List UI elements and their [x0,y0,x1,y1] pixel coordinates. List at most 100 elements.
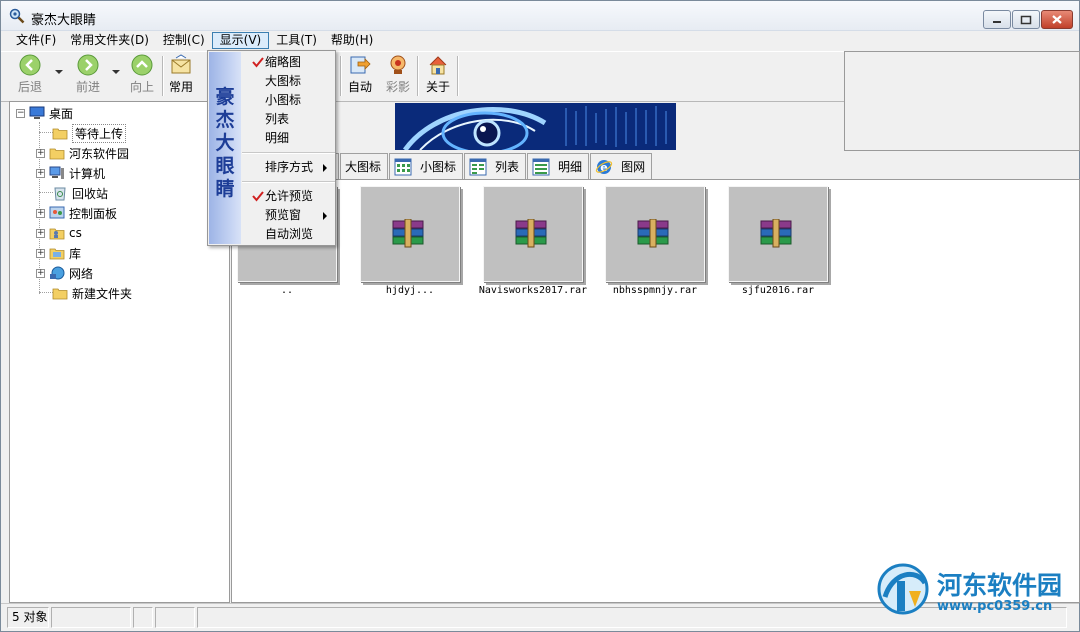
computer-icon [49,166,64,179]
eye-graphic [395,103,676,150]
file-name: Navisworks2017.rar [478,285,588,296]
rar-archive-icon [392,219,424,248]
collapse-icon[interactable]: − [16,108,25,118]
menu-item-small-icons[interactable]: 小图标 [242,91,335,110]
tab-large-icons[interactable]: 大图标 [340,153,389,179]
watermark-url: www.pc0359.cn [937,599,1053,614]
tree-item-desktop[interactable]: − 桌面 [16,103,73,123]
user-folder-icon [49,228,65,240]
watermark: 河东软件园 www.pc0359.cn [875,561,1079,621]
tree-item-recycle-bin[interactable]: 回收站 [52,183,108,203]
menu-favorites[interactable]: 常用文件夹(D) [63,32,156,49]
status-object-count: 5 对象 [7,607,49,628]
rar-archive-icon [515,219,547,248]
view-dropdown-menu: 豪杰大眼睛 缩略图 大图标 小图标 列表 明细 排序方式 允许预览 预览窗 自动… [207,50,336,246]
menu-view[interactable]: 显示(V) [211,32,270,49]
menu-item-sort-by[interactable]: 排序方式 [242,158,335,177]
menu-control[interactable]: 控制(C) [156,32,212,49]
library-icon [49,248,65,260]
forward-dropdown-arrow[interactable] [112,70,120,74]
common-folders-button[interactable]: 常用 [166,54,196,98]
small-icons-icon [394,158,412,175]
tree-item-library[interactable]: + 库 [36,243,81,263]
tree-guide-line [39,132,53,133]
watermark-title: 河东软件园 [937,571,1063,600]
rar-archive-icon [637,219,669,248]
checkmark-icon [252,191,264,202]
toolbar-separator [340,56,342,96]
submenu-arrow-icon [323,164,327,172]
back-dropdown-arrow[interactable] [55,70,63,74]
menu-item-allow-preview[interactable]: 允许预览 [242,187,335,206]
menu-help[interactable]: 帮助(H) [324,32,380,49]
expand-icon[interactable]: + [36,168,45,178]
status-cell [133,607,153,628]
preview-panel [844,51,1080,151]
tree-item-hedong[interactable]: + 河东软件园 [36,143,129,163]
menu-item-preview-window[interactable]: 预览窗 [242,206,335,225]
expand-icon[interactable]: + [36,208,45,218]
window-title: 豪杰大眼睛 [31,13,97,28]
file-thumbnail[interactable] [728,186,828,282]
file-thumbnail[interactable] [605,186,705,282]
tab-web[interactable]: e 图网 [590,153,653,179]
recycle-bin-icon [54,187,66,201]
tree-item-computer[interactable]: + 计算机 [36,163,105,183]
maximize-button[interactable] [1012,10,1040,29]
back-button[interactable]: 后退 [13,54,47,98]
expand-icon[interactable]: + [36,248,45,258]
menu-item-auto-browse[interactable]: 自动浏览 [242,225,335,244]
network-icon [50,266,65,280]
file-thumbnail[interactable] [483,186,583,282]
folder-tree: − 桌面 等待上传 + 河东软件园 + 计算机 回收站 + 控制面板 + cs … [9,101,230,603]
menu-item-details[interactable]: 明细 [242,129,335,148]
tree-item-network[interactable]: + 网络 [36,263,93,283]
envelope-icon [171,54,191,74]
tree-item-cs[interactable]: + cs [36,223,82,243]
film-reel-icon [390,55,406,74]
magnifier-eye-icon [9,8,25,24]
menu-file[interactable]: 文件(F) [9,32,63,49]
menu-side-banner: 豪杰大眼睛 [209,52,241,244]
status-cell [51,607,131,628]
app-window: 豪杰大眼睛 文件(F) 常用文件夹(D) 控制(C) 显示(V) 工具(T) 帮… [0,0,1080,632]
forward-arrow-icon [77,54,99,76]
tree-item-pending-upload[interactable]: 等待上传 [52,123,127,143]
auto-button[interactable]: 自动 [345,54,375,98]
details-icon [532,158,550,175]
slideshow-button[interactable]: 彩影 [383,54,413,98]
tab-small-icons[interactable]: 小图标 [389,153,464,179]
internet-explorer-icon: e [595,159,613,174]
tree-item-new-folder[interactable]: 新建文件夹 [52,283,132,303]
menu-item-thumbnails[interactable]: 缩略图 [242,53,335,72]
toolbar-separator [162,56,164,96]
minimize-icon [993,20,1001,23]
status-cell [155,607,195,628]
menu-bar: 文件(F) 常用文件夹(D) 控制(C) 显示(V) 工具(T) 帮助(H) [1,31,1079,50]
tree-guide-line [39,292,53,293]
expand-icon[interactable]: + [36,268,45,278]
expand-icon[interactable]: + [36,228,45,238]
forward-button[interactable]: 前进 [71,54,105,98]
about-button[interactable]: 关于 [423,54,453,98]
file-name: hjdyj... [385,285,435,296]
minimize-button[interactable] [983,10,1011,29]
folder-icon [49,148,65,160]
menu-item-list[interactable]: 列表 [242,110,335,129]
file-thumbnail-view: .. hjdyj... Navisworks2017.rar nbhsspmnj… [231,179,1080,603]
up-button[interactable]: 向上 [125,54,159,98]
menu-tools[interactable]: 工具(T) [269,32,324,49]
eye-banner-image [395,103,676,150]
list-icon [469,158,487,175]
close-button[interactable] [1041,10,1073,29]
folder-icon [52,288,68,300]
file-thumbnail[interactable] [360,186,460,282]
tab-details[interactable]: 明细 [527,153,590,179]
folder-icon [52,128,68,140]
tree-item-control-panel[interactable]: + 控制面板 [36,203,117,223]
expand-icon[interactable]: + [36,148,45,158]
house-icon [429,56,447,75]
menu-item-large-icons[interactable]: 大图标 [242,72,335,91]
tab-list[interactable]: 列表 [464,153,527,179]
file-name: nbhsspmnjy.rar [612,285,698,296]
